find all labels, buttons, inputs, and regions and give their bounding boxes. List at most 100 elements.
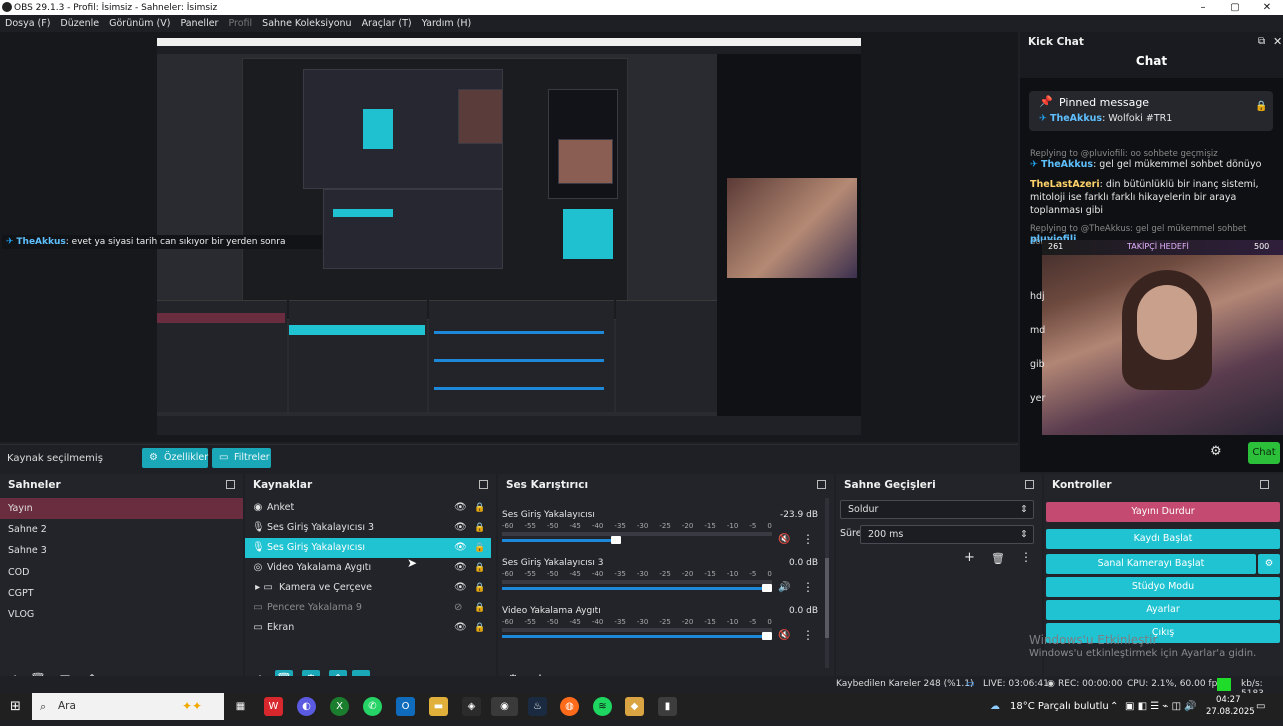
undock-icon[interactable]: ⧉ bbox=[1258, 36, 1265, 47]
eye-icon[interactable]: 👁 bbox=[454, 518, 467, 538]
undock-icon[interactable] bbox=[479, 480, 488, 489]
copilot-icon[interactable]: ◐ bbox=[297, 697, 316, 716]
properties-button[interactable]: ⚙ Özellikler bbox=[142, 448, 208, 468]
volume-meter bbox=[502, 532, 772, 536]
close-icon[interactable]: ✕ bbox=[1273, 35, 1282, 48]
source-item[interactable]: ▭ Ekran 👁 🔒 bbox=[245, 618, 491, 638]
more-options-icon[interactable]: ⋮ bbox=[802, 628, 814, 642]
volume-fader-handle[interactable] bbox=[611, 536, 621, 544]
source-group[interactable]: ▸ ▭ Kamera ve Çerçeve 👁 🔒 bbox=[245, 578, 491, 598]
volume-fader-handle[interactable] bbox=[762, 584, 772, 592]
duration-input[interactable]: 200 ms ⇕ bbox=[860, 525, 1034, 544]
volume-fader-handle[interactable] bbox=[762, 632, 772, 640]
add-icon[interactable]: + bbox=[964, 550, 975, 565]
scene-item-vlog[interactable]: VLOG bbox=[0, 604, 243, 625]
lock-icon[interactable]: 🔒 bbox=[474, 618, 485, 638]
tray-overflow-icon[interactable]: ⌃ bbox=[1110, 693, 1118, 720]
menu-scene-collection[interactable]: Sahne Koleksiyonu bbox=[262, 18, 351, 29]
app-icon-w[interactable]: W bbox=[264, 697, 283, 716]
windows-start-icon[interactable]: ⊞ bbox=[6, 697, 25, 716]
settings-button[interactable]: Ayarlar bbox=[1046, 600, 1280, 620]
source-item-hidden[interactable]: ▭ Pencere Yakalama 9 ⊘ 🔒 bbox=[245, 598, 491, 618]
notification-icon[interactable]: ▭ bbox=[1256, 693, 1265, 720]
trash-icon[interactable]: 🗑 bbox=[991, 552, 1005, 565]
weather-text[interactable]: 18°C Parçalı bulutlu bbox=[1010, 693, 1109, 720]
eye-icon[interactable]: 👁 bbox=[454, 558, 467, 578]
start-virtual-camera-button[interactable]: Sanal Kamerayı Başlat bbox=[1046, 554, 1256, 574]
lock-icon[interactable]: 🔒 bbox=[474, 538, 485, 558]
studio-mode-button[interactable]: Stüdyo Modu bbox=[1046, 577, 1280, 597]
xbox-icon[interactable]: X bbox=[330, 697, 349, 716]
undock-icon[interactable] bbox=[1025, 480, 1034, 489]
scene-item-cod[interactable]: COD bbox=[0, 562, 243, 583]
lock-icon[interactable]: 🔒 bbox=[474, 598, 485, 618]
volume-fader[interactable] bbox=[502, 635, 772, 638]
chat-side-line: gib bbox=[1030, 359, 1045, 370]
mixer-scrollbar[interactable] bbox=[825, 498, 829, 668]
spotify-icon[interactable]: ≋ bbox=[593, 697, 612, 716]
menu-edit[interactable]: Düzenle bbox=[60, 18, 99, 29]
eye-icon[interactable]: 👁 bbox=[454, 578, 467, 598]
more-options-icon[interactable]: ⋮ bbox=[802, 532, 814, 546]
scene-item-sahne-3[interactable]: Sahne 3 bbox=[0, 540, 243, 561]
menu-help[interactable]: Yardım (H) bbox=[422, 18, 472, 29]
file-explorer-icon[interactable]: ▬ bbox=[429, 697, 448, 716]
eye-icon[interactable]: 👁 bbox=[454, 538, 467, 558]
volume-fader[interactable] bbox=[502, 587, 772, 590]
app-icon[interactable]: ▮ bbox=[658, 697, 677, 716]
menu-tools[interactable]: Araçlar (T) bbox=[362, 18, 412, 29]
source-item[interactable]: 🎙 Ses Giriş Yakalayıcısı 3 👁 🔒 bbox=[245, 518, 491, 538]
lock-icon[interactable]: 🔒 bbox=[1255, 101, 1267, 112]
preview-nested-taskbar bbox=[157, 416, 861, 435]
chat-send-button[interactable]: Chat bbox=[1248, 442, 1280, 464]
channel-name: Ses Giriş Yakalayıcısı bbox=[502, 510, 595, 520]
source-item[interactable]: ◎ Video Yakalama Aygıtı 👁 🔒 bbox=[245, 558, 491, 578]
undock-icon[interactable] bbox=[1260, 480, 1269, 489]
taskbar-search[interactable]: ⌕ Ara ✦✦ bbox=[32, 693, 224, 720]
close-button[interactable]: ✕ bbox=[1252, 0, 1282, 15]
app-icon[interactable]: ◆ bbox=[625, 697, 644, 716]
eye-icon[interactable]: 👁 bbox=[454, 498, 467, 518]
speaker-muted-icon[interactable]: 🔇 bbox=[778, 534, 790, 545]
undock-icon[interactable] bbox=[226, 480, 235, 489]
lock-icon[interactable]: 🔒 bbox=[474, 518, 485, 538]
eye-icon[interactable]: 👁 bbox=[454, 618, 467, 638]
speaker-icon[interactable]: 🔊 bbox=[778, 582, 790, 593]
lock-icon[interactable]: 🔒 bbox=[474, 578, 485, 598]
menu-file[interactable]: Dosya (F) bbox=[5, 18, 50, 29]
firefox-icon[interactable]: ◍ bbox=[560, 697, 579, 716]
stop-streaming-button[interactable]: Yayını Durdur bbox=[1046, 502, 1280, 522]
folder-icon[interactable]: ▸ ▭ bbox=[252, 578, 276, 598]
steam-icon[interactable]: ♨ bbox=[528, 697, 547, 716]
tray-icons[interactable]: ▣ ◧ ☰ ⌁ ◫ 🔊 bbox=[1125, 693, 1197, 720]
volume-fader[interactable] bbox=[502, 539, 621, 542]
start-recording-button[interactable]: Kaydı Başlat bbox=[1046, 529, 1280, 549]
filters-button[interactable]: ▭ Filtreler bbox=[212, 448, 271, 468]
undock-icon[interactable] bbox=[817, 480, 826, 489]
more-options-icon[interactable]: ⋮ bbox=[1020, 550, 1032, 564]
more-options-icon[interactable]: ⋮ bbox=[802, 580, 814, 594]
menu-docks[interactable]: Paneller bbox=[180, 18, 218, 29]
virtual-camera-settings-button[interactable]: ⚙ bbox=[1258, 554, 1280, 574]
task-view-icon[interactable]: ▦ bbox=[231, 697, 250, 716]
settings-gear-icon[interactable]: ⚙ bbox=[1210, 444, 1222, 459]
db-tick-label: 0 bbox=[767, 618, 772, 626]
whatsapp-icon[interactable]: ✆ bbox=[363, 697, 382, 716]
source-item[interactable]: ◉ Anket 👁 🔒 bbox=[245, 498, 491, 518]
scene-item-cgpt[interactable]: CGPT bbox=[0, 583, 243, 604]
source-item-selected[interactable]: 🎙 Ses Giriş Yakalayıcısı 👁 🔒 bbox=[245, 538, 491, 558]
lock-icon[interactable]: 🔒 bbox=[474, 498, 485, 518]
scene-item-sahne-2[interactable]: Sahne 2 bbox=[0, 519, 243, 540]
maximize-button[interactable]: ▢ bbox=[1220, 0, 1250, 15]
app-icon[interactable]: ◈ bbox=[462, 697, 481, 716]
outlook-icon[interactable]: O bbox=[396, 697, 415, 716]
obs-taskbar-icon[interactable]: ◉ bbox=[491, 697, 518, 716]
menu-profile[interactable]: Profil bbox=[228, 18, 252, 29]
speaker-muted-icon[interactable]: 🔇 bbox=[778, 630, 790, 641]
minimize-button[interactable]: – bbox=[1188, 0, 1218, 15]
scene-item-yayin[interactable]: Yayın bbox=[0, 498, 243, 519]
lock-icon[interactable]: 🔒 bbox=[474, 558, 485, 578]
eye-off-icon[interactable]: ⊘ bbox=[454, 598, 462, 618]
menu-view[interactable]: Görünüm (V) bbox=[109, 18, 170, 29]
transition-select[interactable]: Soldur ⇕ bbox=[840, 500, 1034, 519]
